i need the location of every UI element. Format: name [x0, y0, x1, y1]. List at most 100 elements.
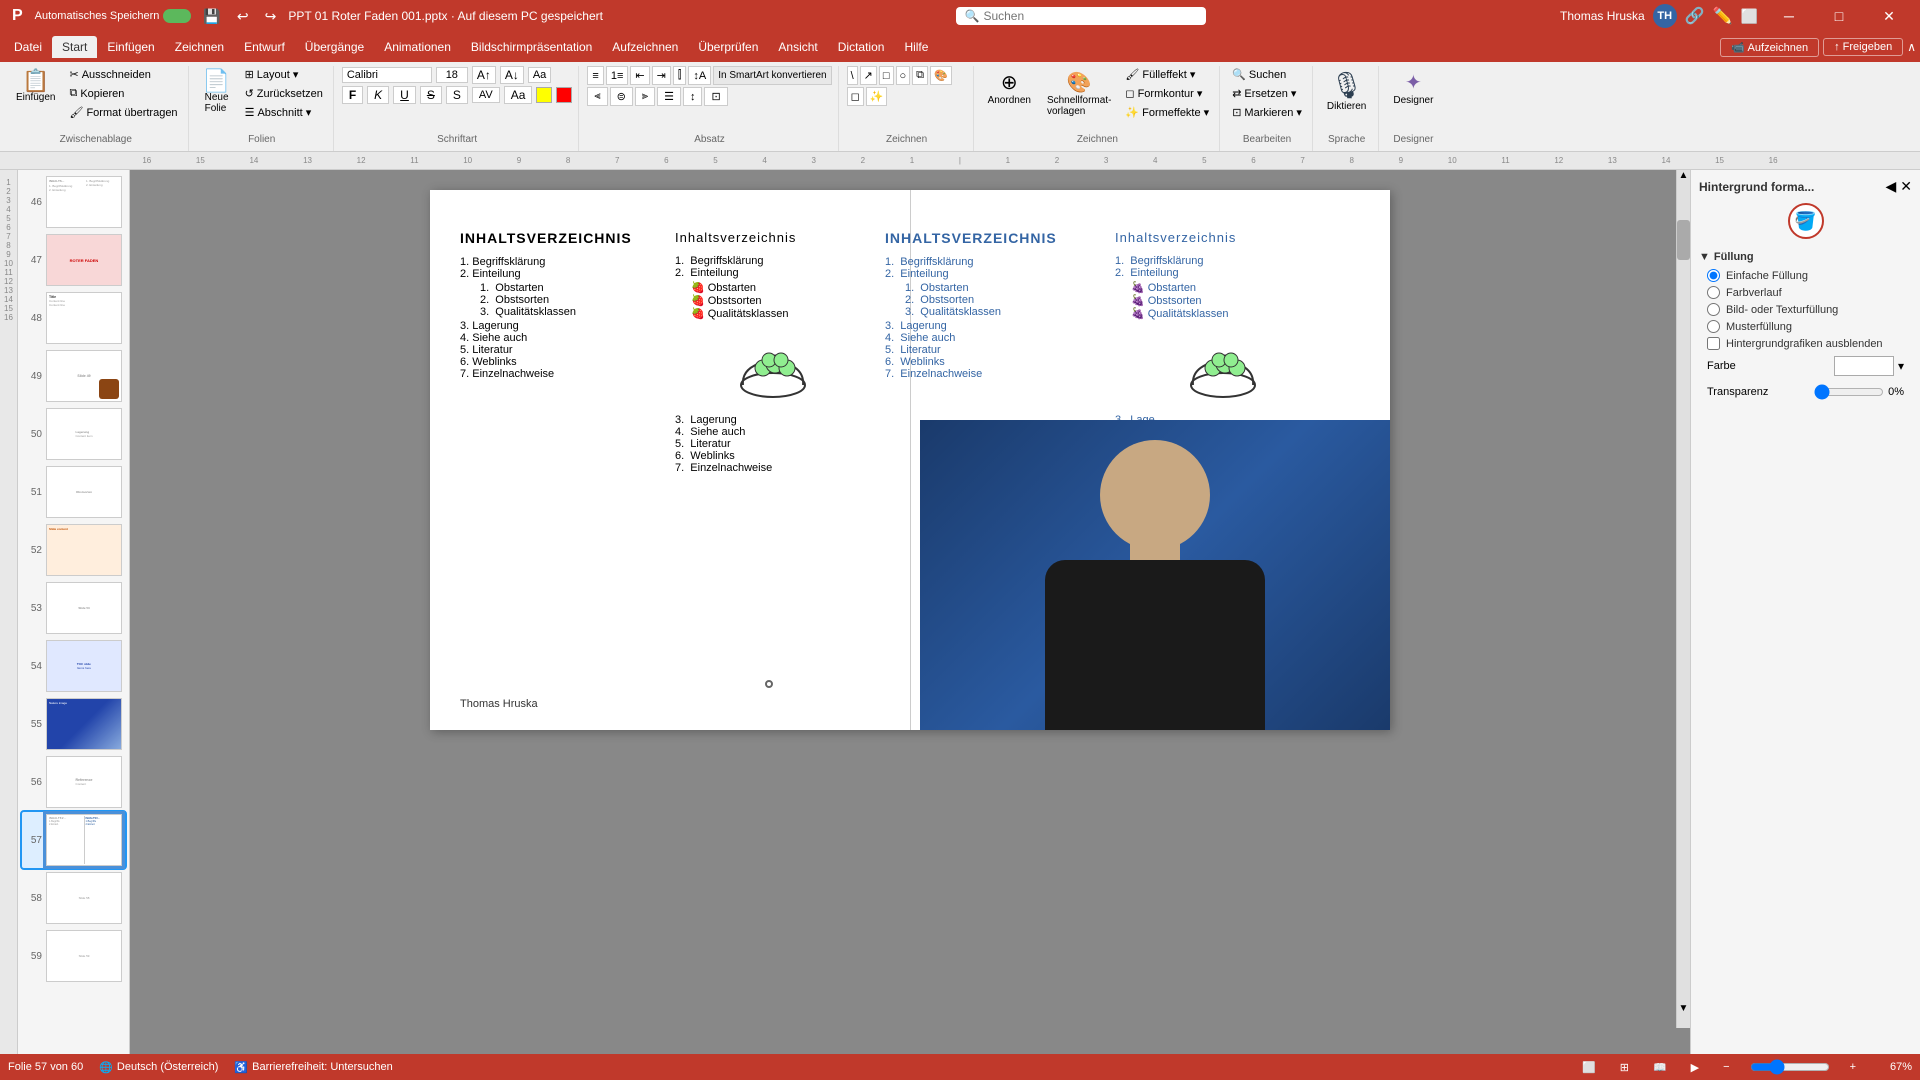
- filling-label-hintergrund[interactable]: Hintergrundgrafiken ausblenden: [1726, 338, 1883, 350]
- formeffekte-button[interactable]: ✨ Formeffekte ▾: [1121, 104, 1213, 121]
- list-bullet-button[interactable]: ≡: [587, 66, 603, 85]
- arrange-button[interactable]: ⧉: [912, 66, 928, 85]
- clear-format-button[interactable]: Aa: [528, 67, 551, 83]
- zuruecksetzen-button[interactable]: ↺ Zurücksetzen: [241, 85, 327, 102]
- fill-color-circle[interactable]: 🪣: [1788, 203, 1824, 239]
- shadow-button[interactable]: S: [446, 86, 468, 104]
- filling-label-bild[interactable]: Bild- oder Texturfüllung: [1726, 304, 1838, 316]
- zoom-out-btn[interactable]: −: [1719, 1059, 1733, 1075]
- close-button[interactable]: ✕: [1866, 0, 1912, 32]
- slide-thumb-51[interactable]: 51 Obstsorten: [22, 464, 125, 520]
- fill-button[interactable]: 🎨: [930, 66, 952, 85]
- filling-checkbox-hintergrund[interactable]: [1707, 337, 1720, 350]
- expand-ribbon-icon[interactable]: ∧: [1907, 40, 1916, 54]
- font-family-input[interactable]: [342, 67, 432, 83]
- einfuegen-button[interactable]: 📋 Einfügen: [10, 66, 61, 107]
- tab-einfuegen[interactable]: Einfügen: [97, 36, 164, 58]
- scroll-down-btn[interactable]: ▼: [1677, 1003, 1690, 1014]
- panel-close-button[interactable]: ✕: [1900, 178, 1912, 195]
- color-arrow-icon[interactable]: ▾: [1898, 359, 1904, 373]
- kopieren-button[interactable]: ⧉ Kopieren: [65, 85, 181, 102]
- normal-view-btn[interactable]: ⬜: [1578, 1059, 1600, 1076]
- tab-animationen[interactable]: Animationen: [374, 36, 461, 58]
- filling-radio-farbe[interactable]: [1707, 286, 1720, 299]
- formkontur-button[interactable]: ◻ Formkontur ▾: [1121, 85, 1213, 102]
- line-spacing-button[interactable]: ↕: [683, 87, 703, 106]
- ausschneiden-button[interactable]: ✂ Ausschneiden: [65, 66, 181, 83]
- zoom-plus-btn[interactable]: +: [1846, 1059, 1860, 1075]
- font-size-increase-button[interactable]: A↑: [472, 66, 496, 84]
- redo-button[interactable]: ↪: [261, 6, 281, 27]
- tab-entwurf[interactable]: Entwurf: [234, 36, 295, 58]
- italic-button[interactable]: K: [367, 86, 389, 104]
- highlight-color-swatch[interactable]: [536, 87, 552, 103]
- slide-thumb-59[interactable]: 59 Slide 59: [22, 928, 125, 984]
- case-button[interactable]: Aa: [504, 86, 533, 104]
- strikethrough-button[interactable]: S: [420, 86, 442, 104]
- suchen-button[interactable]: 🔍 Suchen: [1228, 66, 1290, 83]
- spacing-button[interactable]: AV: [472, 87, 500, 103]
- undo-button[interactable]: ↩: [233, 6, 253, 27]
- transparency-slider[interactable]: [1814, 384, 1884, 400]
- scroll-up-btn[interactable]: ▲: [1677, 170, 1690, 181]
- neue-folie-button[interactable]: 📄 NeueFolie: [197, 66, 237, 118]
- smartart-button[interactable]: In SmartArt konvertieren: [713, 66, 831, 85]
- autosave-toggle[interactable]: Automatisches Speichern: [35, 9, 192, 23]
- font-size-decrease-button[interactable]: A↓: [500, 66, 524, 84]
- minimize-button[interactable]: ─: [1766, 0, 1812, 32]
- slide-thumb-57[interactable]: 57 INHALTSV... 1.Begriffe 2.Einteil. INH…: [22, 812, 125, 868]
- texttrichtung-button[interactable]: ⊡: [704, 87, 727, 106]
- format-uebertragen-button[interactable]: 🖌 Format übertragen: [65, 104, 181, 121]
- shape-rect-button[interactable]: □: [879, 66, 894, 85]
- tab-zeichnen[interactable]: Zeichnen: [165, 36, 234, 58]
- slide-thumb-56[interactable]: 56 Reference Content: [22, 754, 125, 810]
- panel-section-filling[interactable]: ▼ Füllung: [1699, 247, 1912, 267]
- designer-button[interactable]: ✦ Designer: [1387, 66, 1439, 110]
- reading-view-btn[interactable]: 📖: [1649, 1059, 1671, 1076]
- freigeben-button[interactable]: ↑ Freigeben: [1823, 38, 1903, 56]
- filling-radio-bild[interactable]: [1707, 303, 1720, 316]
- align-center-button[interactable]: ⊜: [610, 87, 633, 106]
- search-input[interactable]: [983, 9, 1183, 23]
- filling-label-einfache[interactable]: Einfache Füllung: [1726, 270, 1808, 282]
- underline-button[interactable]: U: [393, 86, 416, 104]
- tab-datei[interactable]: Datei: [4, 36, 52, 58]
- shape-line-button[interactable]: \: [847, 66, 858, 85]
- tab-start[interactable]: Start: [52, 36, 97, 58]
- font-color-swatch[interactable]: [556, 87, 572, 103]
- filling-label-muster[interactable]: Musterfüllung: [1726, 321, 1792, 333]
- slide-thumb-55[interactable]: 55 Nature image: [22, 696, 125, 752]
- save-button[interactable]: 💾: [199, 6, 224, 27]
- tab-hilfe[interactable]: Hilfe: [894, 36, 938, 58]
- align-left-button[interactable]: ⫷: [587, 87, 607, 106]
- tab-bildschirm[interactable]: Bildschirmpräsentation: [461, 36, 602, 58]
- filling-radio-muster[interactable]: [1707, 320, 1720, 333]
- layout-button[interactable]: ⊞ Layout ▾: [241, 66, 327, 83]
- presentation-btn[interactable]: ▶: [1687, 1059, 1703, 1076]
- font-size-input[interactable]: [436, 67, 468, 83]
- tab-uebergaenge[interactable]: Übergänge: [295, 36, 374, 58]
- abschnitt-button[interactable]: ☰ Abschnitt ▾: [241, 104, 327, 121]
- effect-button[interactable]: ✨: [866, 87, 888, 106]
- slide-thumb-50[interactable]: 50 Lagerung Content item: [22, 406, 125, 462]
- panel-back-button[interactable]: ◀: [1885, 178, 1896, 195]
- schnell-vorlagen-button[interactable]: 🎨 Schnellformat-vorlagen: [1041, 66, 1117, 121]
- slide-thumb-52[interactable]: 52 Slide content: [22, 522, 125, 578]
- column-button[interactable]: ⫿: [673, 66, 687, 85]
- vertical-scrollbar[interactable]: ▼ ▲: [1676, 170, 1690, 1028]
- indent-decrease-button[interactable]: ⇤: [630, 66, 649, 85]
- slide-thumb-47[interactable]: 47 ROTER FADEN: [22, 232, 125, 288]
- tab-dictation[interactable]: Dictation: [828, 36, 895, 58]
- indent-increase-button[interactable]: ⇥: [652, 66, 671, 85]
- slide-thumb-49[interactable]: 49 Slide 49: [22, 348, 125, 404]
- markieren-button[interactable]: ⊡ Markieren ▾: [1228, 104, 1306, 121]
- slide-thumb-53[interactable]: 53 Slide 53: [22, 580, 125, 636]
- slide-thumb-58[interactable]: 58 Slide 58: [22, 870, 125, 926]
- filling-radio-einfache[interactable]: [1707, 269, 1720, 282]
- shape-circle-button[interactable]: ○: [896, 66, 911, 85]
- diktieren-button[interactable]: 🎙 Diktieren: [1321, 66, 1372, 116]
- align-right-button[interactable]: ⫸: [635, 87, 655, 106]
- slide-sorter-btn[interactable]: ⊞: [1616, 1059, 1633, 1076]
- tab-ansicht[interactable]: Ansicht: [768, 36, 827, 58]
- language-status[interactable]: 🌐 Deutsch (Österreich): [99, 1061, 218, 1074]
